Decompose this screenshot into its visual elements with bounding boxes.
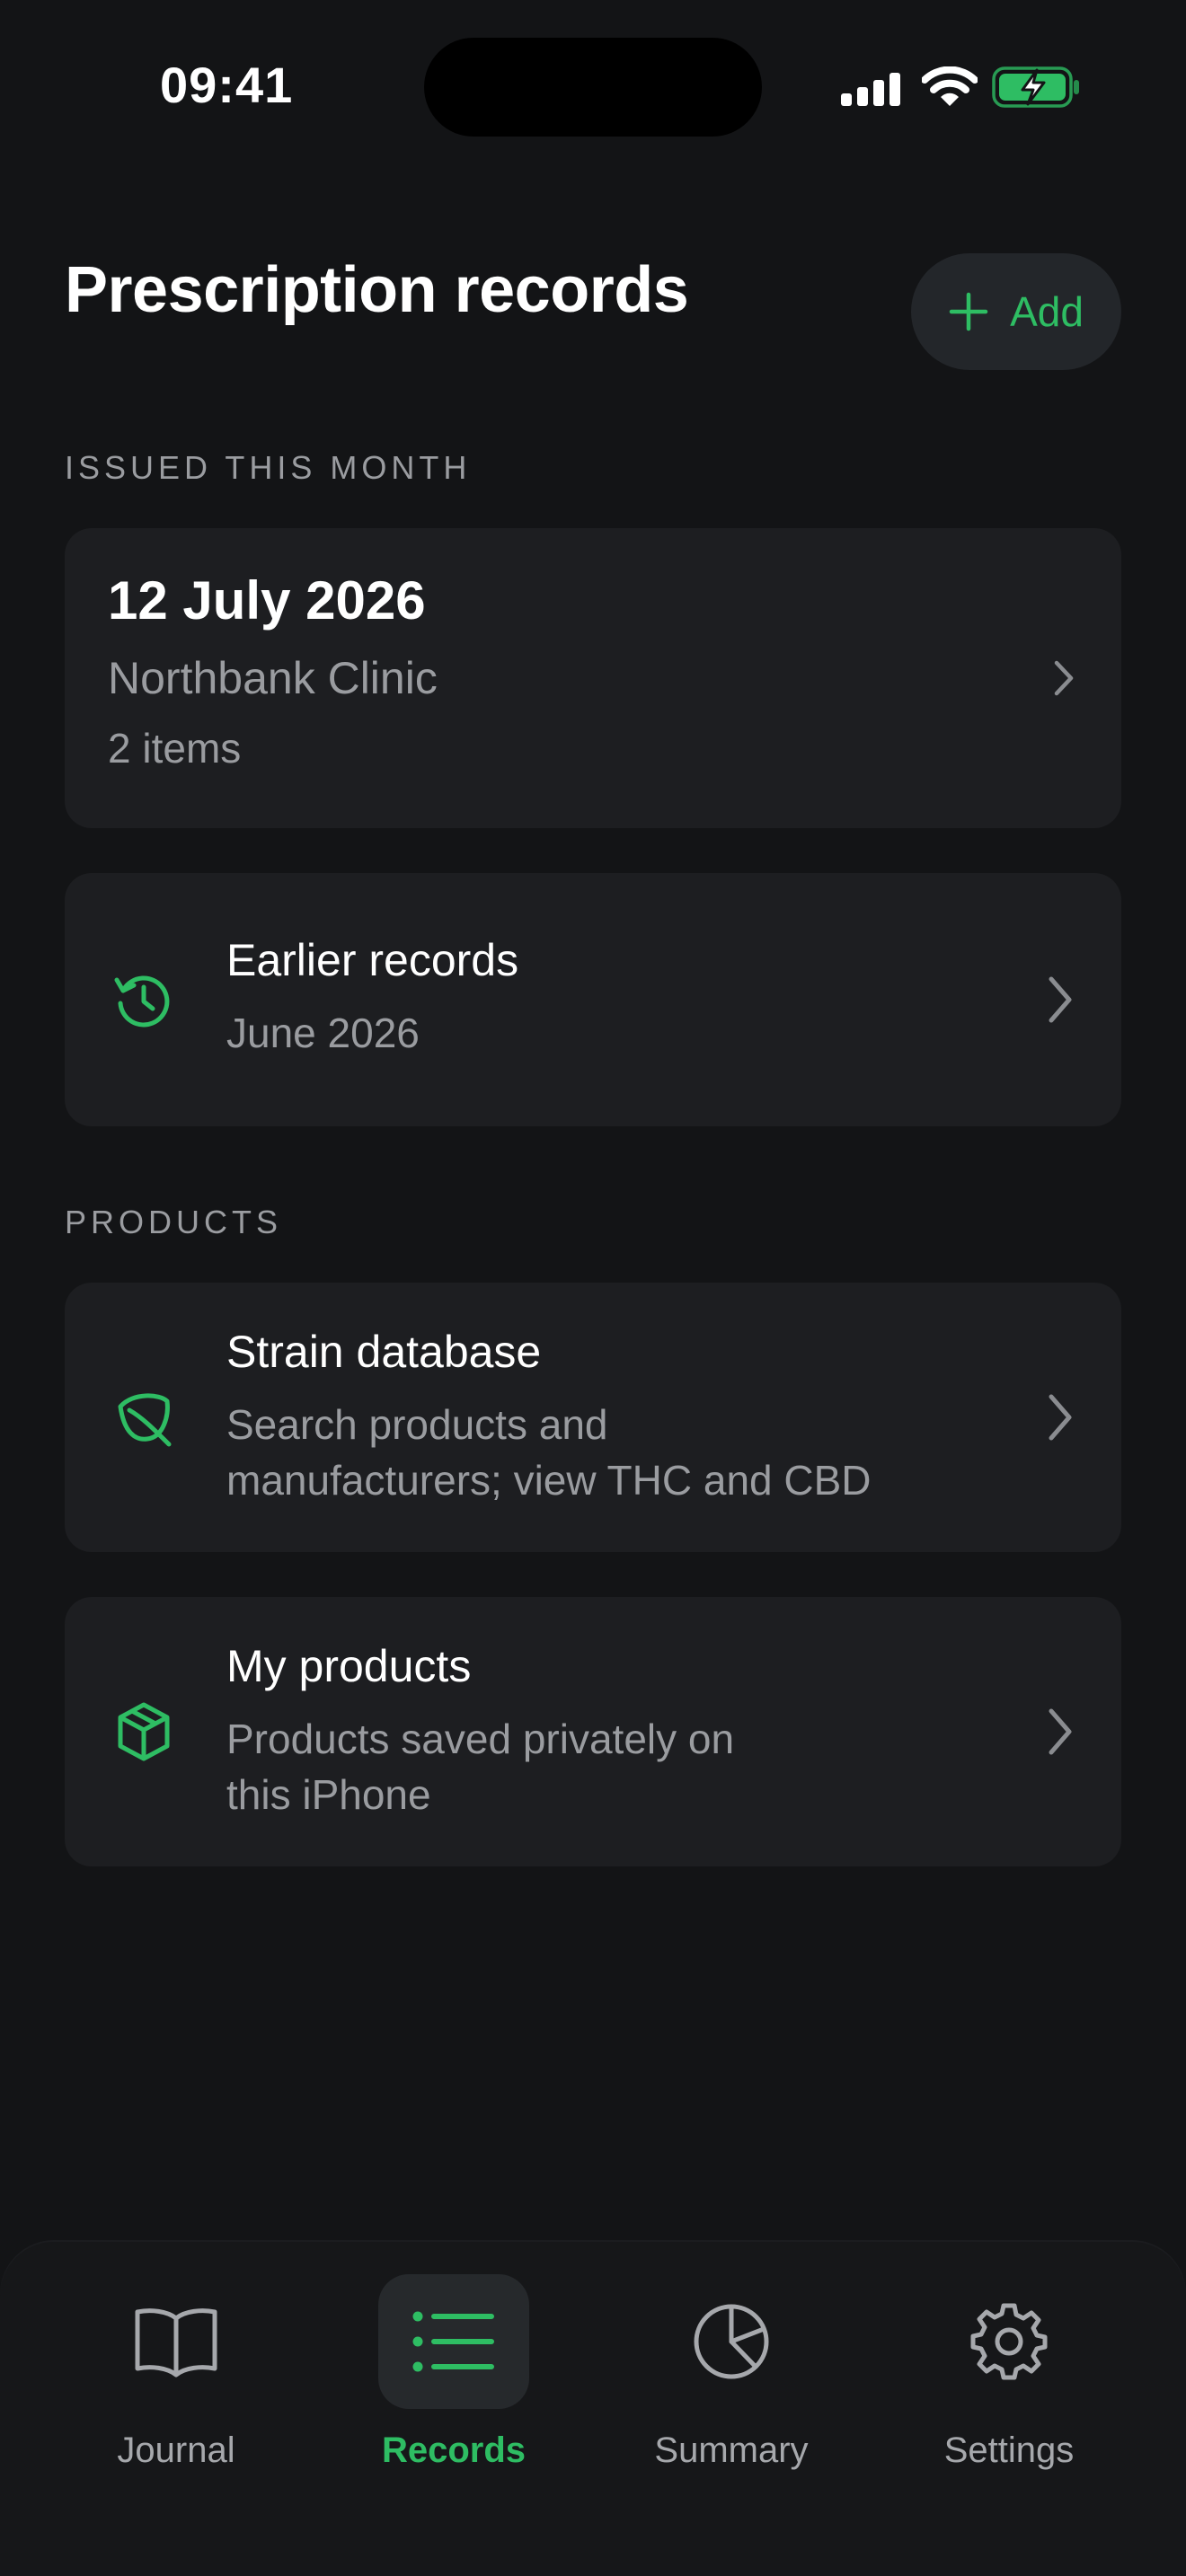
history-icon [111,967,176,1032]
chevron-right-icon [1051,658,1076,698]
earlier-records-subtitle: June 2026 [226,1010,420,1056]
my-products-subtitle-line2: this iPhone [226,1771,431,1818]
battery-charging-icon [992,65,1082,110]
book-icon [133,2306,219,2378]
chevron-right-icon [1044,1706,1076,1758]
tab-journal-icon-wrap [101,2274,252,2409]
strain-database-title: Strain database [226,1327,542,1377]
my-products-card[interactable]: My products Products saved privately on … [65,1597,1121,1866]
tab-summary-label: Summary [654,2430,809,2470]
tab-summary[interactable]: Summary [615,2274,848,2499]
add-button[interactable]: Add [911,253,1121,370]
leaf-icon [111,1385,176,1450]
section-header-products: PRODUCTS [65,1204,283,1240]
status-bar: 09:41 [0,0,1186,171]
record-clinic: Northbank Clinic [108,653,438,703]
record-date: 12 July 2026 [108,570,426,631]
strain-database-card[interactable]: Strain database Search products and manu… [65,1283,1121,1552]
record-item-count: 2 items [108,725,242,772]
chevron-right-icon [1044,974,1076,1026]
wifi-icon [921,66,978,108]
my-products-title: My products [226,1641,472,1691]
dynamic-island [424,38,762,137]
earlier-records-title: Earlier records [226,935,519,985]
chevron-right-icon [1044,1391,1076,1443]
prescription-record-card[interactable]: 12 July 2026 Northbank Clinic 2 items [65,528,1121,828]
my-products-subtitle-line1: Products saved privately on [226,1716,735,1762]
tab-records-label: Records [381,2430,527,2470]
tab-records-icon-wrap [378,2274,529,2409]
tab-settings-label: Settings [943,2430,1075,2470]
earlier-records-card[interactable]: Earlier records June 2026 [65,873,1121,1126]
list-icon [412,2311,495,2372]
page-title: Prescription records [65,254,689,326]
tab-records[interactable]: Records [337,2274,571,2499]
plus-icon [949,292,988,331]
status-icons [839,65,1082,110]
section-header-issued: ISSUED THIS MONTH [65,449,472,486]
status-time: 09:41 [160,57,294,113]
strain-database-subtitle-line2: manufacturers; view THC and CBD [226,1457,872,1504]
box-icon [111,1699,176,1764]
tab-journal-label: Journal [117,2430,235,2470]
pie-chart-icon [692,2302,771,2381]
tab-summary-icon-wrap [656,2274,807,2409]
tab-journal[interactable]: Journal [59,2274,293,2499]
add-button-label: Add [1010,288,1084,335]
tab-settings-icon-wrap [934,2274,1084,2409]
tab-bar: Journal Records Summary Settings [0,2242,1186,2576]
strain-database-subtitle-line1: Search products and [226,1401,608,1448]
gear-icon [968,2300,1050,2383]
cellular-signal-icon [839,72,902,106]
tab-settings[interactable]: Settings [892,2274,1126,2499]
